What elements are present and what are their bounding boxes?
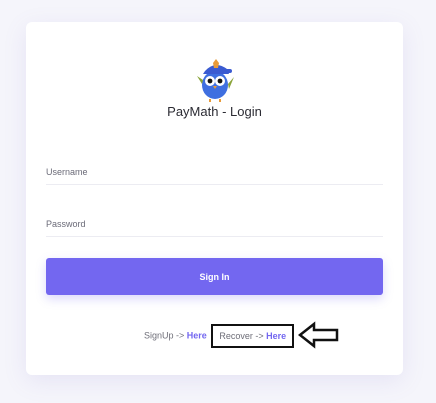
- username-input[interactable]: [46, 160, 383, 185]
- page-title: PayMath - Login: [167, 104, 262, 119]
- recover-link[interactable]: Here: [266, 331, 286, 341]
- password-input[interactable]: [46, 212, 383, 237]
- left-arrow-icon: [297, 321, 340, 349]
- owl-mascot-icon: [193, 56, 237, 104]
- signup-link[interactable]: Here: [187, 330, 207, 340]
- footer-links: SignUp -> Here Recover -> Here: [144, 324, 295, 348]
- sign-in-button[interactable]: Sign In: [46, 258, 383, 295]
- signup-text: SignUp ->: [144, 330, 185, 341]
- recover-highlight-box: Recover -> Here: [211, 324, 295, 348]
- recover-text: Recover ->: [219, 331, 264, 341]
- login-card: PayMath - Login Sign In SignUp -> Here R…: [26, 22, 403, 375]
